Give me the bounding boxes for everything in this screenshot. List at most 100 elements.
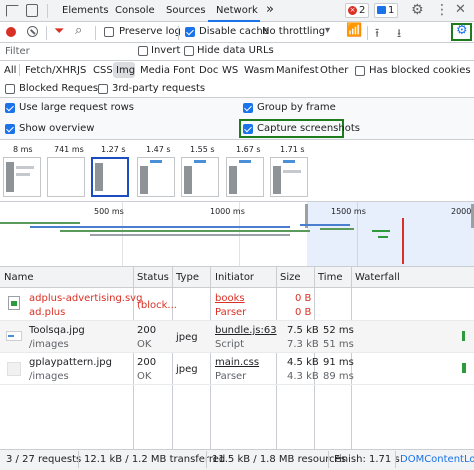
preserve-log-label: Preserve log (119, 26, 181, 37)
show-overview-label: Show overview (19, 123, 95, 134)
filmstrip-frame[interactable] (181, 157, 219, 197)
request-time: 52 ms (323, 325, 354, 336)
tab-elements[interactable]: Elements (62, 5, 109, 16)
gear-icon[interactable]: ⚙ (411, 2, 424, 18)
type-wasm[interactable]: Wasm (244, 65, 274, 76)
column-header-initiator[interactable]: Initiator (215, 272, 254, 283)
request-initiator-link[interactable]: books (215, 293, 245, 304)
more-options-icon[interactable]: ⋮ (435, 2, 449, 18)
request-status-text: OK (137, 339, 152, 350)
more-tabs-button[interactable]: » (266, 2, 274, 17)
request-size-resource: 0 B (295, 307, 312, 318)
error-count: 2 (359, 5, 366, 16)
column-header-waterfall[interactable]: Waterfall (355, 272, 400, 283)
request-initiator-type: Parser (215, 371, 247, 382)
filmstrip-frame[interactable] (226, 157, 264, 197)
request-initiator-link[interactable]: bundle.js:63 (215, 325, 277, 336)
type-doc[interactable]: Doc (199, 65, 218, 76)
blocked-requests-label: Blocked Requests (19, 83, 108, 94)
hide-data-urls-checkbox[interactable] (184, 46, 194, 56)
search-icon[interactable]: ⌕ (75, 23, 82, 38)
throttling-select[interactable]: No throttling (262, 26, 325, 37)
request-latency: 51 ms (323, 339, 354, 350)
filmstrip-frame[interactable] (270, 157, 308, 197)
column-header-type[interactable]: Type (176, 272, 199, 283)
tab-sources[interactable]: Sources (166, 5, 206, 16)
type-other[interactable]: Other (320, 65, 348, 76)
tab-network[interactable]: Network (216, 5, 258, 16)
filmstrip-time: 1.47 s (146, 145, 171, 154)
type-font[interactable]: Font (173, 65, 195, 76)
inspect-element-icon[interactable] (6, 5, 19, 17)
device-toolbar-icon[interactable] (26, 4, 38, 17)
network-conditions-icon[interactable]: 📶 (346, 23, 362, 38)
chevron-down-icon[interactable]: ▾ (325, 25, 330, 36)
close-icon[interactable]: ✕ (455, 2, 466, 17)
load-event-marker (402, 218, 404, 264)
column-header-size[interactable]: Size (280, 272, 301, 283)
status-resources: 11.5 kB / 1.8 MB resources (212, 454, 347, 465)
request-size: 7.5 kB (287, 325, 319, 336)
blocked-requests-checkbox[interactable] (5, 84, 15, 94)
message-count: 1 (388, 5, 395, 16)
filmstrip-time: 741 ms (54, 145, 84, 154)
show-overview-checkbox[interactable] (5, 124, 15, 134)
column-header-name[interactable]: Name (4, 272, 34, 283)
timeline-tick: 1500 ms (331, 207, 366, 216)
invert-checkbox[interactable] (138, 46, 148, 56)
capture-screenshots-checkbox[interactable] (243, 124, 253, 134)
import-har-icon[interactable]: ⭱ (375, 24, 379, 45)
type-manifest[interactable]: Manifest (276, 65, 319, 76)
filmstrip-frame[interactable] (137, 157, 175, 197)
request-size: 0 B (295, 293, 312, 304)
image-thumbnail-icon (7, 362, 21, 376)
error-count-badge[interactable]: × 2 (345, 3, 369, 18)
has-blocked-cookies-checkbox[interactable] (355, 66, 365, 76)
type-ws[interactable]: WS (222, 65, 238, 76)
request-initiator-type: Parser (215, 307, 247, 318)
tab-console[interactable]: Console (115, 5, 155, 16)
disable-cache-label: Disable cache (199, 26, 269, 37)
type-all[interactable]: All (4, 65, 16, 76)
column-header-status[interactable]: Status (137, 272, 169, 283)
filmstrip-time: 1.71 s (280, 145, 305, 154)
record-icon[interactable] (6, 27, 16, 37)
filter-input[interactable]: Filter (5, 46, 30, 57)
request-size: 4.5 kB (287, 357, 319, 368)
capture-screenshots-label: Capture screenshots (257, 123, 360, 134)
filmstrip-time: 1.67 s (236, 145, 261, 154)
type-media[interactable]: Media (140, 65, 170, 76)
filmstrip-frame[interactable] (47, 157, 85, 197)
disable-cache-checkbox[interactable] (185, 27, 195, 37)
type-css[interactable]: CSS (93, 65, 113, 76)
error-icon: × (348, 6, 357, 15)
has-blocked-cookies-label: Has blocked cookies (369, 65, 471, 76)
column-header-time[interactable]: Time (318, 272, 342, 283)
filmstrip-frame[interactable] (3, 157, 41, 197)
preserve-log-checkbox[interactable] (104, 27, 114, 37)
group-by-frame-checkbox[interactable] (243, 103, 253, 113)
waterfall-bar (462, 331, 465, 341)
network-settings-button[interactable]: ⚙ (451, 23, 472, 41)
invert-label: Invert (151, 45, 181, 56)
request-size-resource: 4.3 kB (287, 371, 319, 382)
message-count-badge[interactable]: 1 (374, 3, 398, 18)
large-rows-checkbox[interactable] (5, 103, 15, 113)
type-fetch-xhr[interactable]: Fetch/XHR (25, 65, 77, 76)
filmstrip-time: 1.27 s (101, 145, 126, 154)
request-initiator-link[interactable]: main.css (215, 357, 259, 368)
request-path: /images (29, 371, 69, 382)
request-status: (block... (137, 300, 177, 311)
request-name: adplus-advertising.svg (29, 293, 143, 304)
request-status-text: OK (137, 371, 152, 382)
filmstrip-time: 8 ms (13, 145, 33, 154)
type-img[interactable]: Img (116, 65, 135, 76)
filmstrip-frame-selected[interactable] (91, 157, 129, 197)
image-thumbnail-icon (6, 331, 22, 341)
type-js[interactable]: JS (77, 65, 86, 76)
request-time: 91 ms (323, 357, 354, 368)
third-party-checkbox[interactable] (98, 84, 108, 94)
export-har-icon[interactable]: ⭳ (397, 24, 401, 45)
file-icon (8, 296, 20, 310)
filter-funnel-icon[interactable]: ⏷ (54, 24, 64, 39)
